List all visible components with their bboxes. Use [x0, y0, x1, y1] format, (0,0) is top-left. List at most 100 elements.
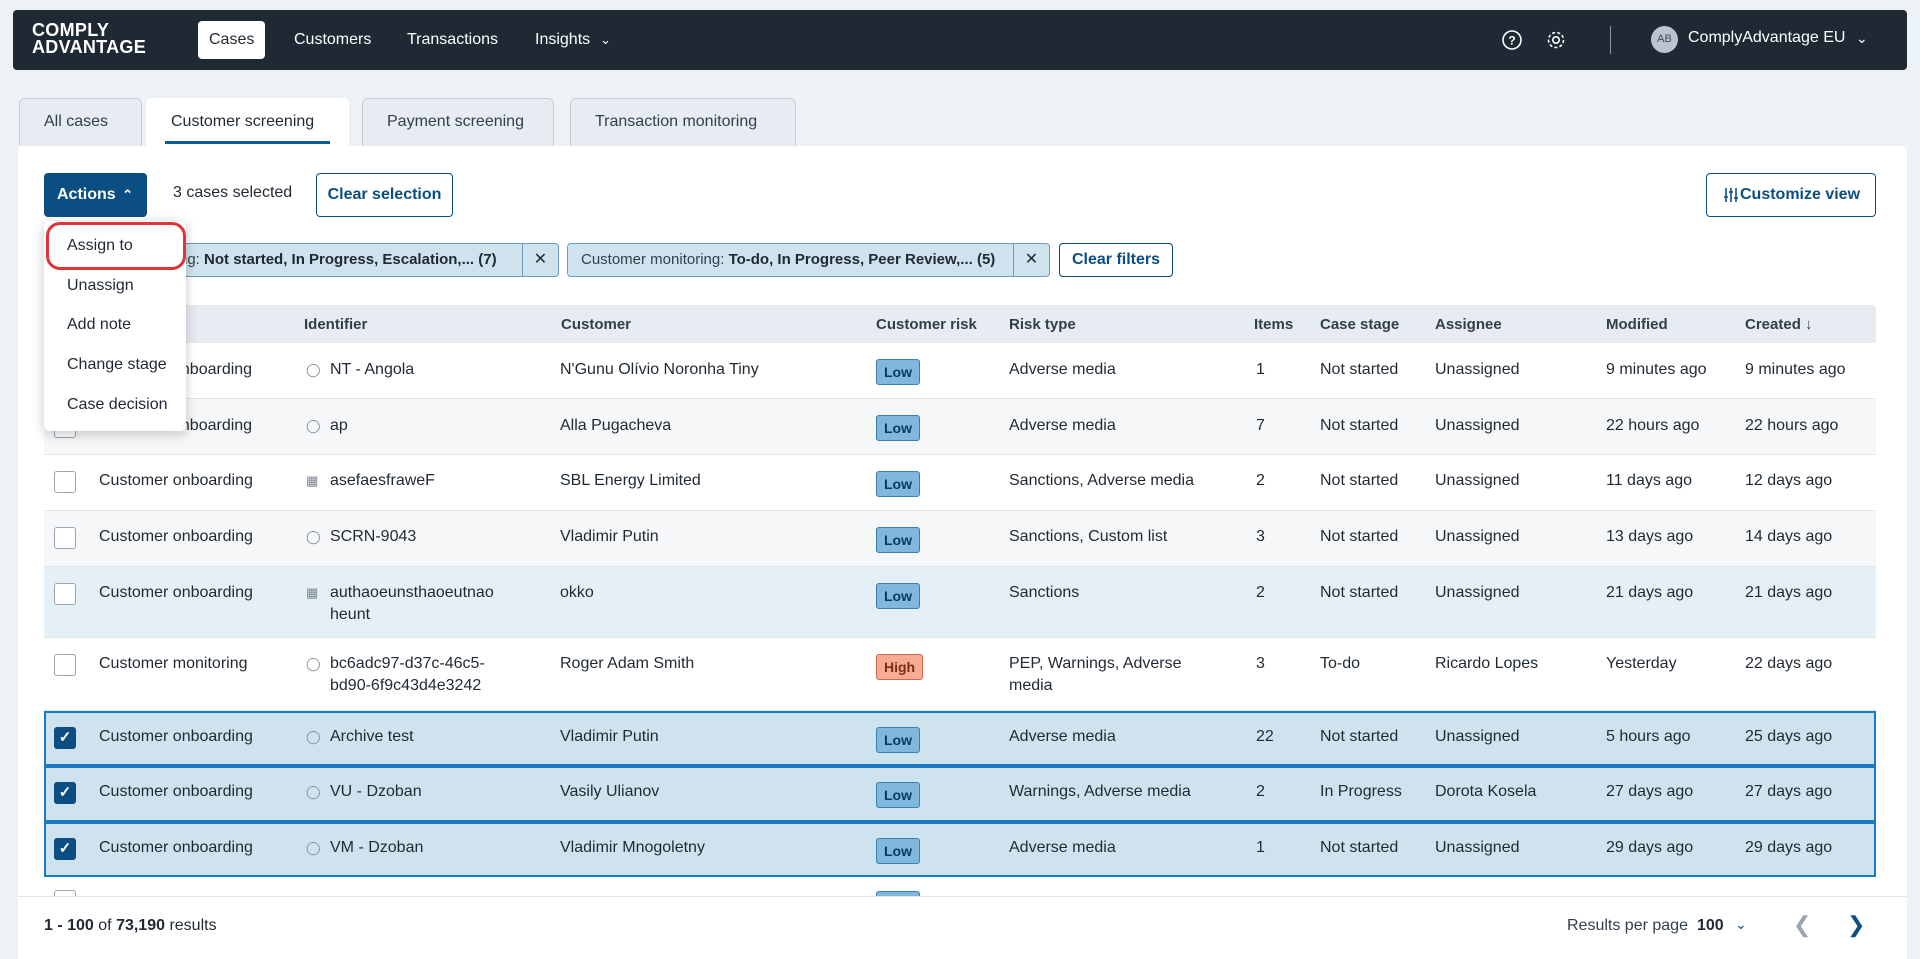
- column-header-customer[interactable]: Customer: [561, 316, 631, 333]
- customer-name[interactable]: SBL Energy Limited: [560, 470, 701, 492]
- customer-name[interactable]: Vasily Ulianov: [560, 781, 659, 803]
- chevron-down-icon[interactable]: ⌄: [1735, 916, 1747, 933]
- case-type: Customer onboarding: [99, 839, 253, 856]
- row-checkbox[interactable]: ✓: [54, 727, 76, 749]
- table-row[interactable]: Customer monitoring ◯ bc6adc97-d37c-46c5…: [44, 638, 1876, 711]
- risk-badge: Low: [876, 727, 920, 753]
- row-checkbox[interactable]: [54, 583, 76, 605]
- customer-name[interactable]: Roger Adam Smith: [560, 653, 694, 675]
- table-row[interactable]: ✓ Customer onboarding ◯ Archive test Vla…: [44, 711, 1876, 766]
- identifier[interactable]: SCRN-9043: [330, 526, 416, 548]
- tab-payment-screening[interactable]: Payment screening: [362, 98, 554, 146]
- column-header-identifier[interactable]: Identifier: [304, 316, 367, 333]
- table-row[interactable]: onboarding ◯ ap Alla Pugacheva Low Adver…: [44, 399, 1876, 455]
- tab-customer-screening[interactable]: Customer screening: [146, 98, 349, 146]
- customize-view-button[interactable]: Customize view: [1706, 173, 1876, 217]
- filter-chip-case-stage[interactable]: ng: Not started, In Progress, Escalation…: [150, 243, 559, 277]
- column-header-risk-type[interactable]: Risk type: [1009, 316, 1076, 333]
- person-icon: ◯: [306, 362, 321, 377]
- close-icon[interactable]: ✕: [1013, 244, 1049, 276]
- previous-page-icon[interactable]: ❮: [1793, 912, 1811, 938]
- column-header-created[interactable]: Created ↓: [1745, 316, 1813, 333]
- table-row[interactable]: Customer onboarding ▦ authaoeunsthaoeutn…: [44, 567, 1876, 638]
- tab-transaction-monitoring[interactable]: Transaction monitoring: [570, 98, 796, 146]
- items-count: 1: [1256, 361, 1265, 378]
- customer-name[interactable]: Alla Pugacheva: [560, 415, 671, 437]
- help-icon[interactable]: ?: [1501, 29, 1523, 51]
- nav-customers[interactable]: Customers: [283, 21, 382, 59]
- case-stage: Not started: [1320, 584, 1399, 601]
- risk-badge: High: [876, 654, 924, 680]
- created-time: 21 days ago: [1745, 584, 1833, 601]
- tab-all-cases[interactable]: All cases: [19, 98, 142, 146]
- identifier[interactable]: NT - Angola: [330, 359, 414, 381]
- identifier[interactable]: authaoeunsthaoeutnao heunt: [330, 582, 494, 626]
- case-stage: Not started: [1320, 839, 1399, 856]
- assignee: Unassigned: [1435, 728, 1520, 745]
- account-name[interactable]: ComplyAdvantage EU: [1688, 29, 1845, 47]
- identifier[interactable]: VM - Dzoban: [330, 837, 423, 859]
- customer-name[interactable]: okko: [560, 582, 594, 604]
- customer-name[interactable]: Vladimir Putin: [560, 726, 659, 748]
- assignee: Dorota Kosela: [1435, 783, 1537, 800]
- table-row[interactable]: onboarding ◯ NT - Angola N'Gunu Olívio N…: [44, 343, 1876, 399]
- menu-item-change-stage[interactable]: Change stage: [67, 356, 167, 374]
- assignee: Unassigned: [1435, 472, 1520, 489]
- nav-cases[interactable]: Cases: [198, 21, 266, 59]
- building-icon: ▦: [306, 473, 319, 488]
- table-row[interactable]: Customer onboarding ◯ SCRN-9043 Vladimir…: [44, 511, 1876, 567]
- case-stage: Not started: [1320, 361, 1399, 378]
- column-header-modified[interactable]: Modified: [1606, 316, 1668, 333]
- row-checkbox[interactable]: [54, 654, 76, 676]
- table-row[interactable]: ✓ Customer onboarding ◯ VM - Dzoban Vlad…: [44, 822, 1876, 877]
- company-logo[interactable]: COMPLY ADVANTAGE: [32, 21, 146, 56]
- modified-time: 11 days ago: [1606, 472, 1692, 489]
- table-row[interactable]: ✓ Customer onboarding ◯ VU - Dzoban Vasi…: [44, 766, 1876, 822]
- menu-item-unassign[interactable]: Unassign: [67, 277, 134, 295]
- modified-time: 21 days ago: [1606, 584, 1694, 601]
- chevron-down-icon[interactable]: ⌄: [1856, 30, 1868, 47]
- results-per-page-select[interactable]: 100: [1697, 917, 1724, 935]
- identifier[interactable]: bc6adc97-d37c-46c5- bd90-6f9c43d4e3242: [330, 653, 485, 697]
- identifier-line: bc6adc97-d37c-46c5-: [330, 655, 485, 672]
- results-count: 1 - 100 of 73,190 results: [44, 917, 217, 935]
- column-header-customer-risk[interactable]: Customer risk: [876, 316, 977, 333]
- column-header-assignee[interactable]: Assignee: [1435, 316, 1502, 333]
- row-checkbox[interactable]: [54, 471, 76, 493]
- customer-name[interactable]: Vladimir Mnogoletny: [560, 837, 705, 859]
- clear-filters-button[interactable]: Clear filters: [1059, 243, 1173, 277]
- row-checkbox[interactable]: ✓: [54, 838, 76, 860]
- avatar[interactable]: AB: [1651, 26, 1678, 53]
- menu-item-add-note[interactable]: Add note: [67, 316, 131, 334]
- gear-icon[interactable]: [1545, 29, 1567, 51]
- items-count: 22: [1256, 728, 1274, 745]
- risk-badge: Low: [876, 782, 920, 808]
- chevron-up-icon: ⌃: [122, 187, 134, 202]
- column-header-items[interactable]: Items: [1254, 316, 1293, 333]
- nav-transactions[interactable]: Transactions: [396, 21, 509, 59]
- identifier[interactable]: asefaesfraweF: [330, 470, 435, 492]
- case-stage: Not started: [1320, 528, 1399, 545]
- modified-time: 27 days ago: [1606, 783, 1694, 800]
- customer-name[interactable]: N'Gunu Olívio Noronha Tiny: [560, 359, 759, 381]
- filter-chip-customer-monitoring[interactable]: Customer monitoring: To-do, In Progress,…: [567, 243, 1050, 277]
- risk-badge: Low: [876, 527, 920, 553]
- clear-selection-button[interactable]: Clear selection: [316, 173, 453, 217]
- row-checkbox[interactable]: [54, 527, 76, 549]
- identifier[interactable]: VU - Dzoban: [330, 781, 422, 803]
- next-page-icon[interactable]: ❯: [1847, 912, 1865, 938]
- nav-insights[interactable]: Insights ⌄: [524, 21, 622, 59]
- risk-badge: Low: [876, 471, 920, 497]
- column-header-case-stage[interactable]: Case stage: [1320, 316, 1399, 333]
- close-icon[interactable]: ✕: [522, 244, 558, 276]
- identifier[interactable]: ap: [330, 415, 348, 437]
- case-stage: In Progress: [1320, 783, 1402, 800]
- items-count: 1: [1256, 839, 1265, 856]
- assign-to-highlight-outline: [46, 222, 186, 270]
- menu-item-case-decision[interactable]: Case decision: [67, 396, 168, 414]
- customer-name[interactable]: Vladimir Putin: [560, 526, 659, 548]
- identifier[interactable]: Archive test: [330, 726, 414, 748]
- row-checkbox[interactable]: ✓: [54, 782, 76, 804]
- table-row[interactable]: Customer onboarding ▦ asefaesfraweF SBL …: [44, 455, 1876, 511]
- actions-button[interactable]: Actions ⌃: [44, 173, 147, 217]
